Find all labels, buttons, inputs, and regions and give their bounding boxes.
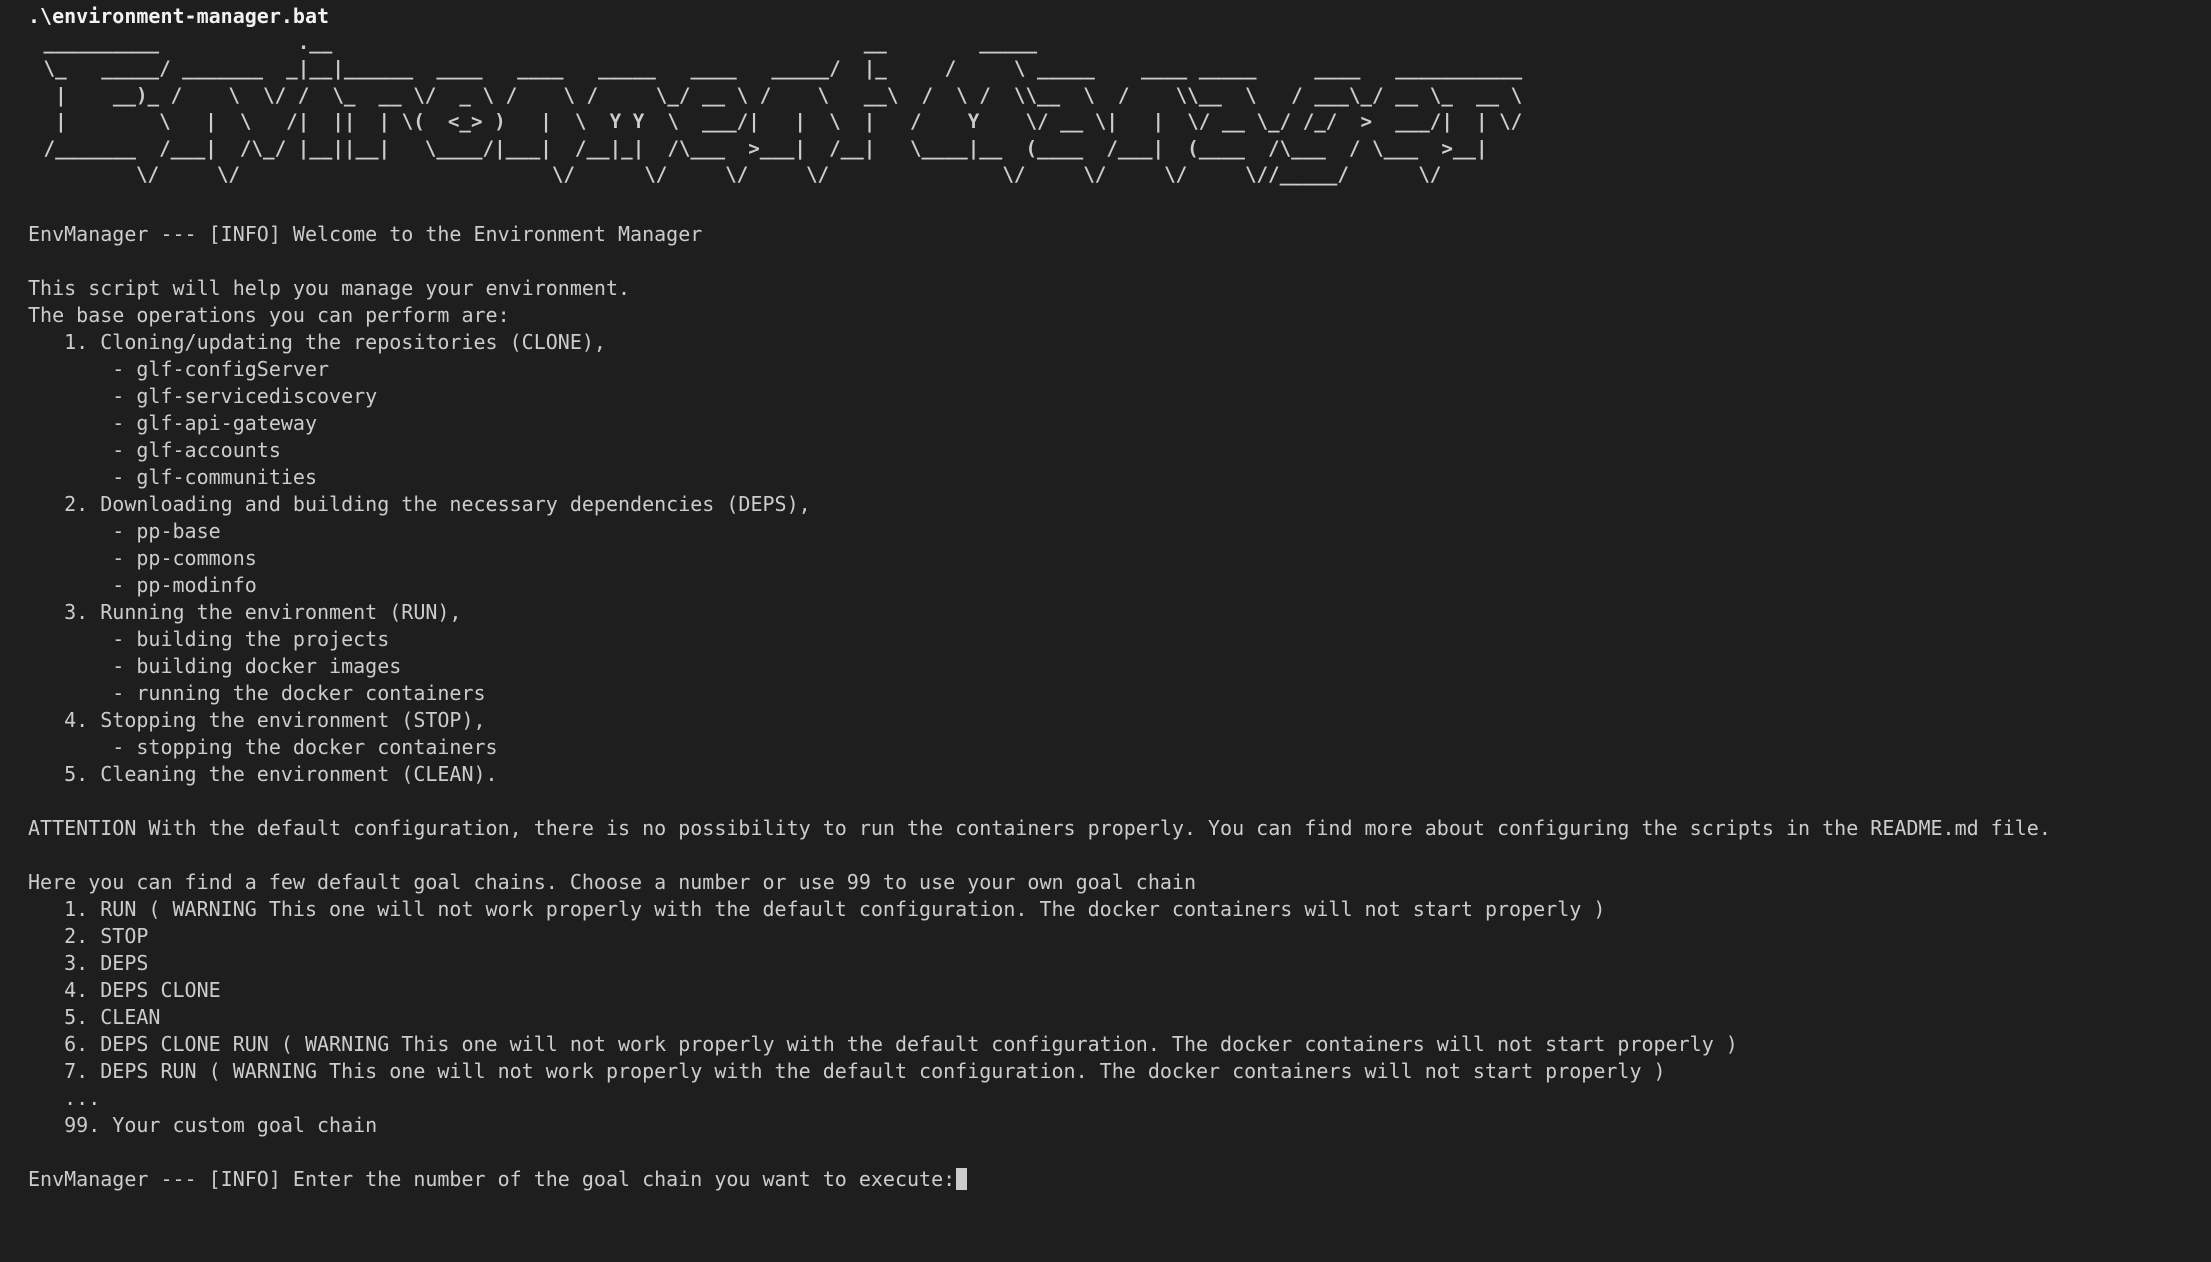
operation-line: - building docker images [28, 654, 402, 678]
banner-line: \_ _____/ _______ _|__|______ ____ ____ … [32, 57, 1523, 81]
operation-line: - building the projects [28, 627, 390, 651]
operation-line: - pp-commons [28, 546, 257, 570]
goal-chain-option: 2. STOP [28, 924, 149, 948]
banner-line: | __)_ / \ \/ / \_ __ \/ _ \ / \ / \_/ _… [32, 83, 1523, 107]
goal-chain-option: 3. DEPS [28, 951, 149, 975]
text-cursor[interactable] [956, 1168, 968, 1190]
operation-line: - glf-servicediscovery [28, 384, 378, 408]
operation-line: - glf-communities [28, 465, 317, 489]
goal-chain-option: ... [28, 1086, 101, 1110]
operation-line: 2. Downloading and building the necessar… [28, 492, 811, 516]
goal-chain-option: 5. CLEAN [28, 1005, 161, 1029]
goal-chain-option: 1. RUN ( WARNING This one will not work … [28, 897, 1606, 921]
operation-line: - glf-api-gateway [28, 411, 317, 435]
banner-line: __________ .__ __ _____ [32, 31, 1038, 54]
operation-line: 1. Cloning/updating the repositories (CL… [28, 330, 606, 354]
goal-chain-option: 7. DEPS RUN ( WARNING This one will not … [28, 1059, 1666, 1083]
welcome-message: EnvManager --- [INFO] Welcome to the Env… [28, 222, 703, 246]
goal-chains-heading: Here you can find a few default goal cha… [28, 870, 1196, 894]
operation-line: - stopping the docker containers [28, 735, 498, 759]
attention-message: ATTENTION With the default configuration… [28, 816, 2051, 840]
operation-line: - pp-base [28, 519, 221, 543]
operations-heading: The base operations you can perform are: [28, 303, 510, 327]
goal-chain-option: 99. Your custom goal chain [28, 1113, 378, 1137]
intro-text: This script will help you manage your en… [28, 276, 631, 300]
operation-line: 3. Running the environment (RUN), [28, 600, 462, 624]
operation-line: - running the docker containers [28, 681, 486, 705]
goal-chain-option: 4. DEPS CLONE [28, 978, 221, 1002]
banner-line: \/ \/ \/ \/ \/ \/ \/ \/ \/ \//_____/ \/ [32, 163, 1442, 187]
input-prompt: EnvManager --- [INFO] Enter the number o… [28, 1167, 956, 1191]
ascii-banner: __________ .__ __ _____ \_ _____/ ______… [32, 30, 1523, 188]
banner-line: /_______ /___| /\_/ |__||__| \____/|___|… [32, 136, 1488, 160]
operation-line: - pp-modinfo [28, 573, 257, 597]
operation-line: 5. Cleaning the environment (CLEAN). [28, 762, 498, 786]
command-line: .\environment-manager.bat [28, 4, 330, 28]
banner-line: | \ | \ /| || | \( <_> ) | \ Y Y \ ___/|… [32, 110, 1523, 134]
input-prompt-line[interactable]: EnvManager --- [INFO] Enter the number o… [28, 1166, 968, 1193]
operation-line: - glf-accounts [28, 438, 281, 462]
operation-line: - glf-configServer [28, 357, 330, 381]
operation-line: 4. Stopping the environment (STOP), [28, 708, 486, 732]
terminal-window[interactable]: .\environment-manager.bat __________ .__… [28, 0, 2198, 1262]
goal-chain-option: 6. DEPS CLONE RUN ( WARNING This one wil… [28, 1032, 1738, 1056]
